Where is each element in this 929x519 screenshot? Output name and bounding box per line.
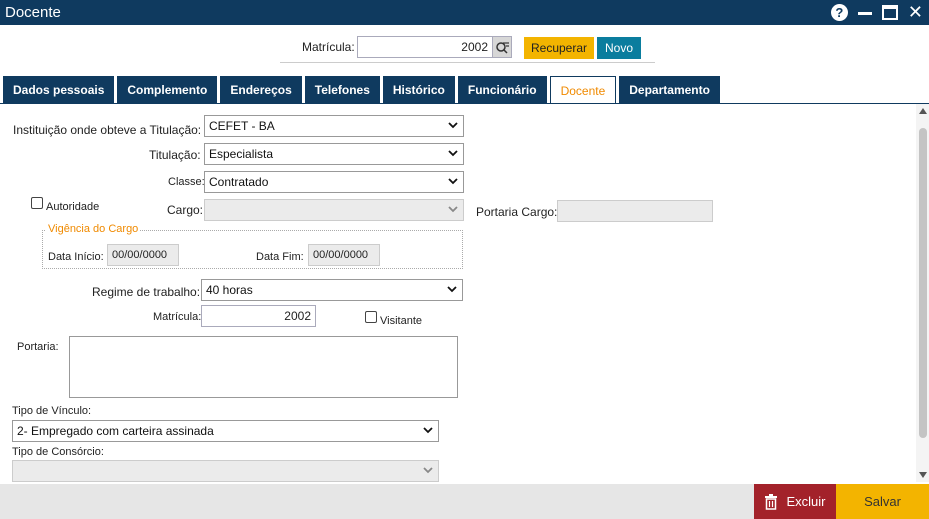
matricula-label: Matrícula: (153, 311, 202, 323)
trash-icon (765, 493, 778, 510)
visitante-label: Visitante (380, 315, 422, 327)
cargo-label: Cargo: (167, 203, 204, 217)
data-inicio-label: Data Início: (48, 251, 104, 263)
scroll-up-icon[interactable] (919, 108, 927, 114)
top-matricula-label: Matrícula: (302, 40, 355, 54)
autoridade-checkbox[interactable] (31, 197, 43, 209)
vertical-scrollbar[interactable] (916, 104, 929, 482)
minimize-icon[interactable] (857, 12, 872, 15)
recuperar-button[interactable]: Recuperar (524, 37, 594, 59)
scroll-thumb[interactable] (919, 128, 927, 438)
classe-value: Contratado (209, 175, 269, 189)
excluir-label: Excluir (786, 494, 826, 509)
close-icon[interactable]: ✕ (908, 3, 923, 21)
matricula-input[interactable]: 2002 (201, 305, 316, 327)
instituicao-select[interactable]: CEFET - BA (204, 115, 464, 137)
window-controls: ? ✕ (830, 3, 923, 21)
tab-funcionario[interactable]: Funcionário (457, 76, 547, 103)
tab-complemento[interactable]: Complemento (117, 76, 218, 103)
autoridade-label: Autoridade (46, 201, 100, 213)
instituicao-value: CEFET - BA (209, 119, 275, 133)
chevron-down-icon (448, 147, 458, 159)
instituicao-label: Instituição onde obteve a Titulação: (13, 123, 202, 137)
tab-departamento[interactable]: Departamento (619, 76, 720, 103)
tab-historico[interactable]: Histórico (382, 76, 455, 103)
search-list-icon (496, 42, 509, 54)
window-title: Docente (5, 4, 61, 21)
titulacao-label: Titulação: (149, 148, 201, 162)
scroll-down-icon[interactable] (919, 472, 927, 478)
chevron-down-icon (448, 203, 458, 215)
cargo-select[interactable] (204, 199, 464, 221)
vigencia-legend: Vigência do Cargo (46, 223, 141, 235)
tab-underline (0, 103, 929, 104)
chevron-down-icon (448, 119, 458, 131)
tab-telefones[interactable]: Telefones (304, 76, 380, 103)
novo-button[interactable]: Novo (597, 37, 641, 59)
classe-label: Classe: (168, 176, 205, 188)
tipo-consorcio-label: Tipo de Consórcio: (12, 446, 104, 458)
titulacao-select[interactable]: Especialista (204, 143, 464, 165)
visitante-checkbox[interactable] (365, 311, 377, 323)
tab-docente[interactable]: Docente (549, 76, 617, 104)
regime-value: 40 horas (206, 283, 253, 297)
tipo-vinculo-label: Tipo de Vínculo: (12, 405, 92, 417)
regime-select[interactable]: 40 horas (201, 279, 463, 301)
tipo-vinculo-value: 2- Empregado com carteira assinada (17, 424, 214, 438)
separator (280, 62, 655, 63)
data-fim-label: Data Fim: (256, 251, 304, 263)
chevron-down-icon (448, 175, 458, 187)
portaria-label: Portaria: (17, 341, 59, 353)
excluir-button[interactable]: Excluir (754, 484, 836, 519)
top-matricula-input[interactable]: 2002 (357, 36, 493, 58)
tipo-vinculo-select[interactable]: 2- Empregado com carteira assinada (12, 420, 439, 442)
regime-label: Regime de trabalho: (92, 285, 201, 299)
search-button[interactable] (492, 36, 512, 58)
portaria-cargo-input[interactable] (557, 200, 713, 222)
data-fim-input[interactable]: 00/00/0000 (308, 244, 380, 266)
window-titlebar: Docente ? ✕ (0, 0, 929, 25)
portaria-cargo-label: Portaria Cargo: (476, 205, 558, 219)
data-inicio-input[interactable]: 00/00/0000 (107, 244, 179, 266)
titulacao-value: Especialista (209, 147, 274, 161)
tab-bar: Dados pessoais Complemento Endereços Tel… (3, 76, 720, 104)
salvar-button[interactable]: Salvar (836, 484, 929, 519)
classe-select[interactable]: Contratado (204, 171, 464, 193)
chevron-down-icon (447, 283, 457, 295)
tab-dados-pessoais[interactable]: Dados pessoais (3, 76, 115, 103)
portaria-textarea[interactable] (69, 336, 458, 398)
chevron-down-icon (423, 464, 433, 476)
tab-enderecos[interactable]: Endereços (220, 76, 302, 103)
help-icon[interactable]: ? (830, 3, 848, 21)
vigencia-fieldset (42, 230, 463, 269)
tipo-consorcio-select[interactable] (12, 460, 439, 482)
maximize-icon[interactable] (881, 4, 898, 20)
chevron-down-icon (423, 424, 433, 436)
